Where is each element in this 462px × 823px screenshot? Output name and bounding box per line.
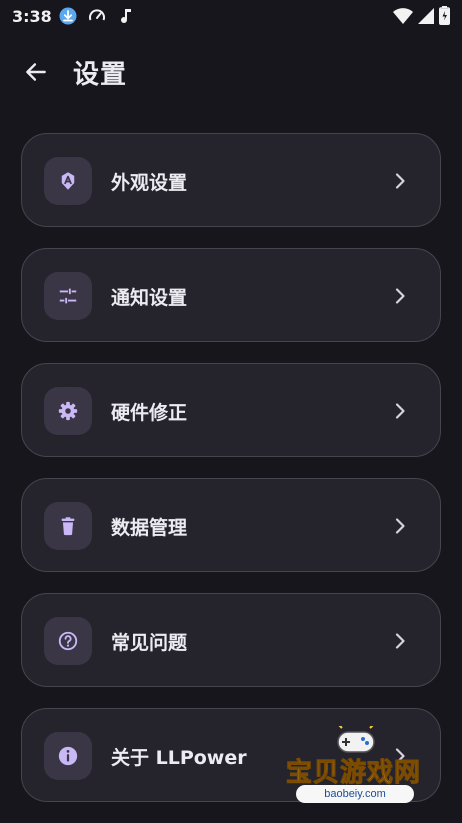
palette-a-icon xyxy=(44,157,92,205)
watermark-text: 宝贝游戏网 xyxy=(285,758,422,789)
menu-item-hardware-fix[interactable]: 硬件修正 xyxy=(21,363,441,457)
status-time: 3:38 xyxy=(12,6,52,26)
settings-list: 外观设置 通知设置 硬件修正 数据管理 常见问题 关于 LLPower xyxy=(21,133,441,823)
menu-item-label: 常见问题 xyxy=(111,632,188,654)
watermark-url: baobeiy.com xyxy=(296,785,414,803)
help-circle-icon xyxy=(44,617,92,665)
back-button[interactable] xyxy=(20,56,52,88)
page-title: 设置 xyxy=(73,60,128,90)
menu-item-label: 关于 LLPower xyxy=(111,747,247,769)
wifi-icon xyxy=(393,7,413,29)
chevron-right-icon xyxy=(395,288,405,304)
trash-icon xyxy=(44,502,92,550)
watermark: 宝贝游戏网 baobeiy.com xyxy=(285,724,436,816)
chevron-right-icon xyxy=(395,518,405,534)
battery-charging-icon xyxy=(439,6,450,29)
menu-item-data-management[interactable]: 数据管理 xyxy=(21,478,441,572)
menu-item-notifications[interactable]: 通知设置 xyxy=(21,248,441,342)
menu-item-label: 数据管理 xyxy=(111,517,188,539)
cellular-signal-icon xyxy=(418,7,434,29)
gear-icon xyxy=(44,387,92,435)
download-icon xyxy=(58,6,78,26)
speedometer-icon xyxy=(87,6,107,26)
menu-item-faq[interactable]: 常见问题 xyxy=(21,593,441,687)
arrow-left-icon xyxy=(26,63,46,81)
menu-item-label: 通知设置 xyxy=(111,287,188,309)
menu-item-label: 外观设置 xyxy=(111,172,188,194)
chevron-right-icon xyxy=(395,633,405,649)
tune-sliders-icon xyxy=(44,272,92,320)
menu-item-appearance[interactable]: 外观设置 xyxy=(21,133,441,227)
status-right xyxy=(393,6,450,29)
status-bar: 3:38 xyxy=(0,0,462,32)
top-app-bar: 设置 xyxy=(0,44,462,100)
music-note-icon xyxy=(116,6,136,26)
chevron-right-icon xyxy=(395,173,405,189)
chevron-right-icon xyxy=(395,403,405,419)
info-icon xyxy=(44,732,92,780)
menu-item-label: 硬件修正 xyxy=(111,402,188,424)
